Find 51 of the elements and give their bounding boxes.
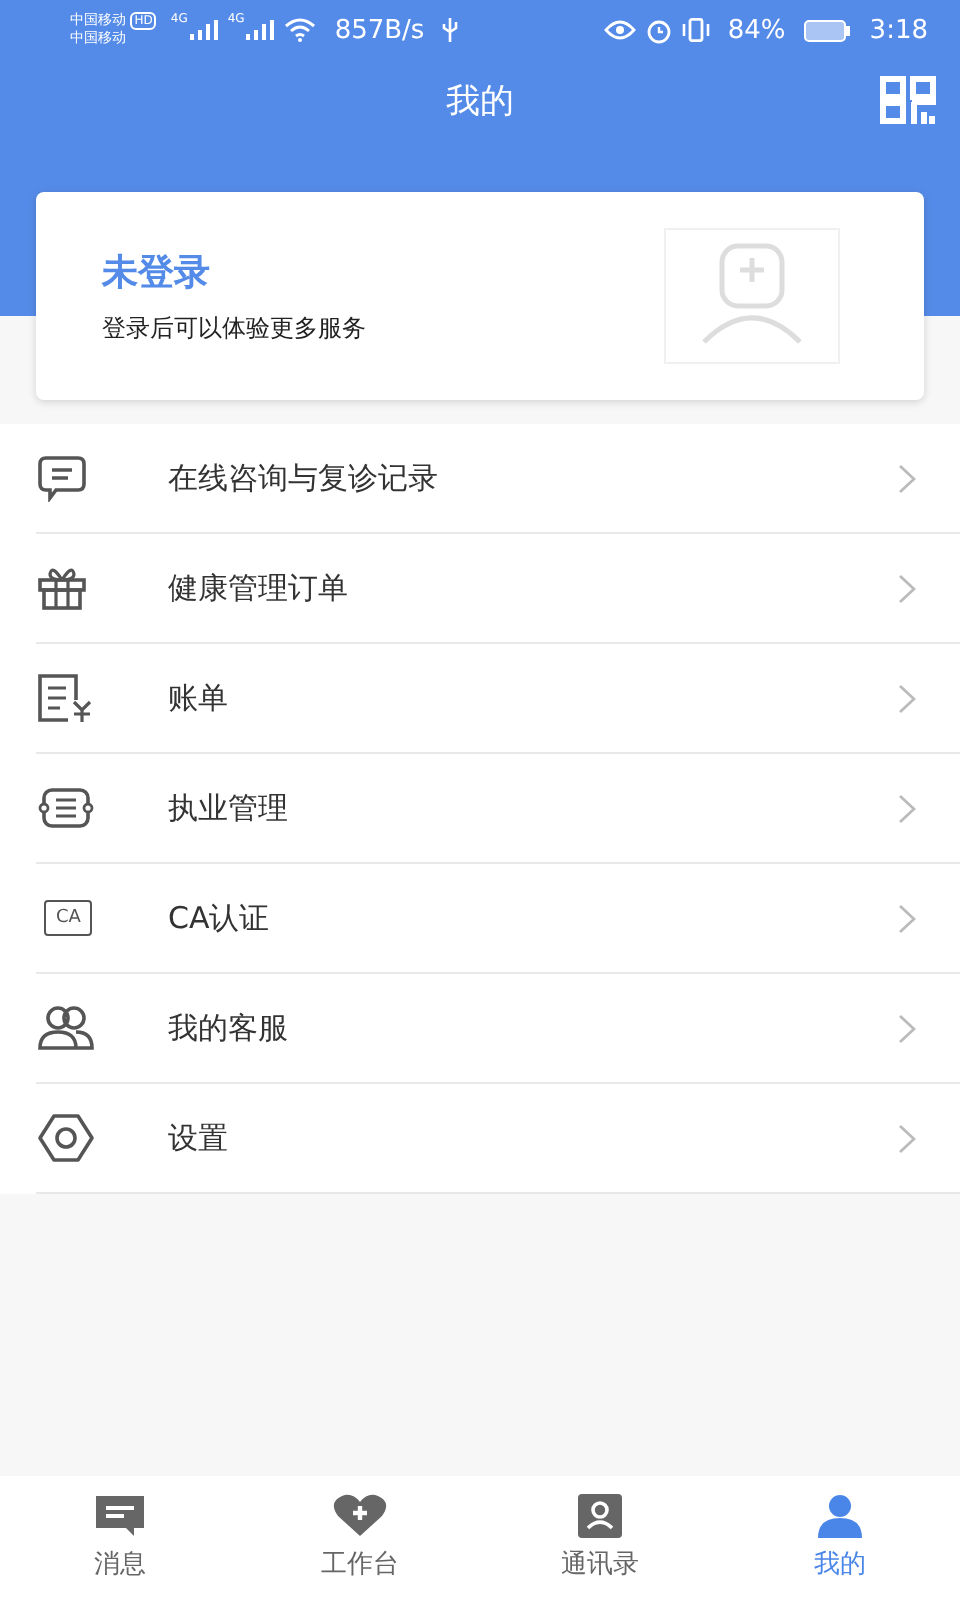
wifi-icon bbox=[284, 18, 317, 42]
menu-label: 在线咨询与复诊记录 bbox=[168, 459, 440, 497]
signal-icon bbox=[189, 20, 218, 40]
menu-label: 健康管理订单 bbox=[168, 569, 350, 607]
heart-icon bbox=[332, 1494, 388, 1538]
tab[interactable]: 我的 bbox=[720, 1476, 960, 1600]
profile-card[interactable]: 未登录 登录后可以体验更多服务 bbox=[36, 192, 924, 400]
document-list-icon bbox=[36, 786, 96, 830]
message-icon bbox=[94, 1494, 146, 1538]
gift-icon bbox=[36, 564, 88, 612]
menu-label: 设置 bbox=[168, 1119, 230, 1157]
clock-time: 3:18 bbox=[869, 15, 928, 45]
menu-item[interactable]: 在线咨询与复诊记录 bbox=[36, 424, 960, 534]
usb-icon bbox=[442, 18, 459, 42]
contact-card-icon bbox=[578, 1494, 622, 1538]
person-icon bbox=[816, 1494, 864, 1538]
menu-item[interactable]: 账单 bbox=[36, 644, 960, 754]
qr-code-button[interactable] bbox=[880, 76, 936, 124]
menu-label: 我的客服 bbox=[168, 1009, 290, 1047]
battery-icon bbox=[803, 19, 852, 41]
menu-item[interactable]: 我的客服 bbox=[36, 974, 960, 1084]
chevron-icon bbox=[898, 1123, 916, 1153]
eye-icon bbox=[603, 20, 636, 40]
vibrate-icon bbox=[681, 18, 710, 42]
page-title: 我的 bbox=[446, 79, 514, 123]
menu-item[interactable]: 健康管理订单 bbox=[36, 534, 960, 644]
chevron-icon bbox=[898, 793, 916, 823]
battery-percent: 84% bbox=[727, 15, 786, 45]
chat-bubble-icon bbox=[36, 454, 88, 502]
chevron-icon bbox=[898, 683, 916, 713]
people-icon bbox=[36, 1004, 96, 1052]
chevron-icon bbox=[898, 903, 916, 933]
chevron-icon bbox=[898, 463, 916, 493]
tab[interactable]: 通讯录 bbox=[480, 1476, 720, 1600]
menu-item[interactable]: 执业管理 bbox=[36, 754, 960, 864]
menu-label: 执业管理 bbox=[168, 789, 290, 827]
menu-label: 账单 bbox=[168, 679, 230, 717]
menu-item[interactable]: 设置 bbox=[36, 1084, 960, 1194]
network-speed: 857B/s bbox=[334, 15, 425, 45]
tab[interactable]: 消息 bbox=[0, 1476, 240, 1600]
alarm-icon bbox=[645, 17, 672, 43]
menu-item[interactable]: CA CA认证 bbox=[36, 864, 960, 974]
chevron-icon bbox=[898, 573, 916, 603]
chevron-icon bbox=[898, 1013, 916, 1043]
certificate-icon: CA bbox=[44, 900, 93, 936]
settings-icon bbox=[36, 1112, 96, 1164]
signal-icon bbox=[246, 20, 275, 40]
login-hint: 登录后可以体验更多服务 bbox=[102, 311, 368, 345]
tab[interactable]: 工作台 bbox=[240, 1476, 480, 1600]
login-status: 未登录 bbox=[102, 249, 212, 295]
menu-label: CA认证 bbox=[168, 899, 272, 937]
